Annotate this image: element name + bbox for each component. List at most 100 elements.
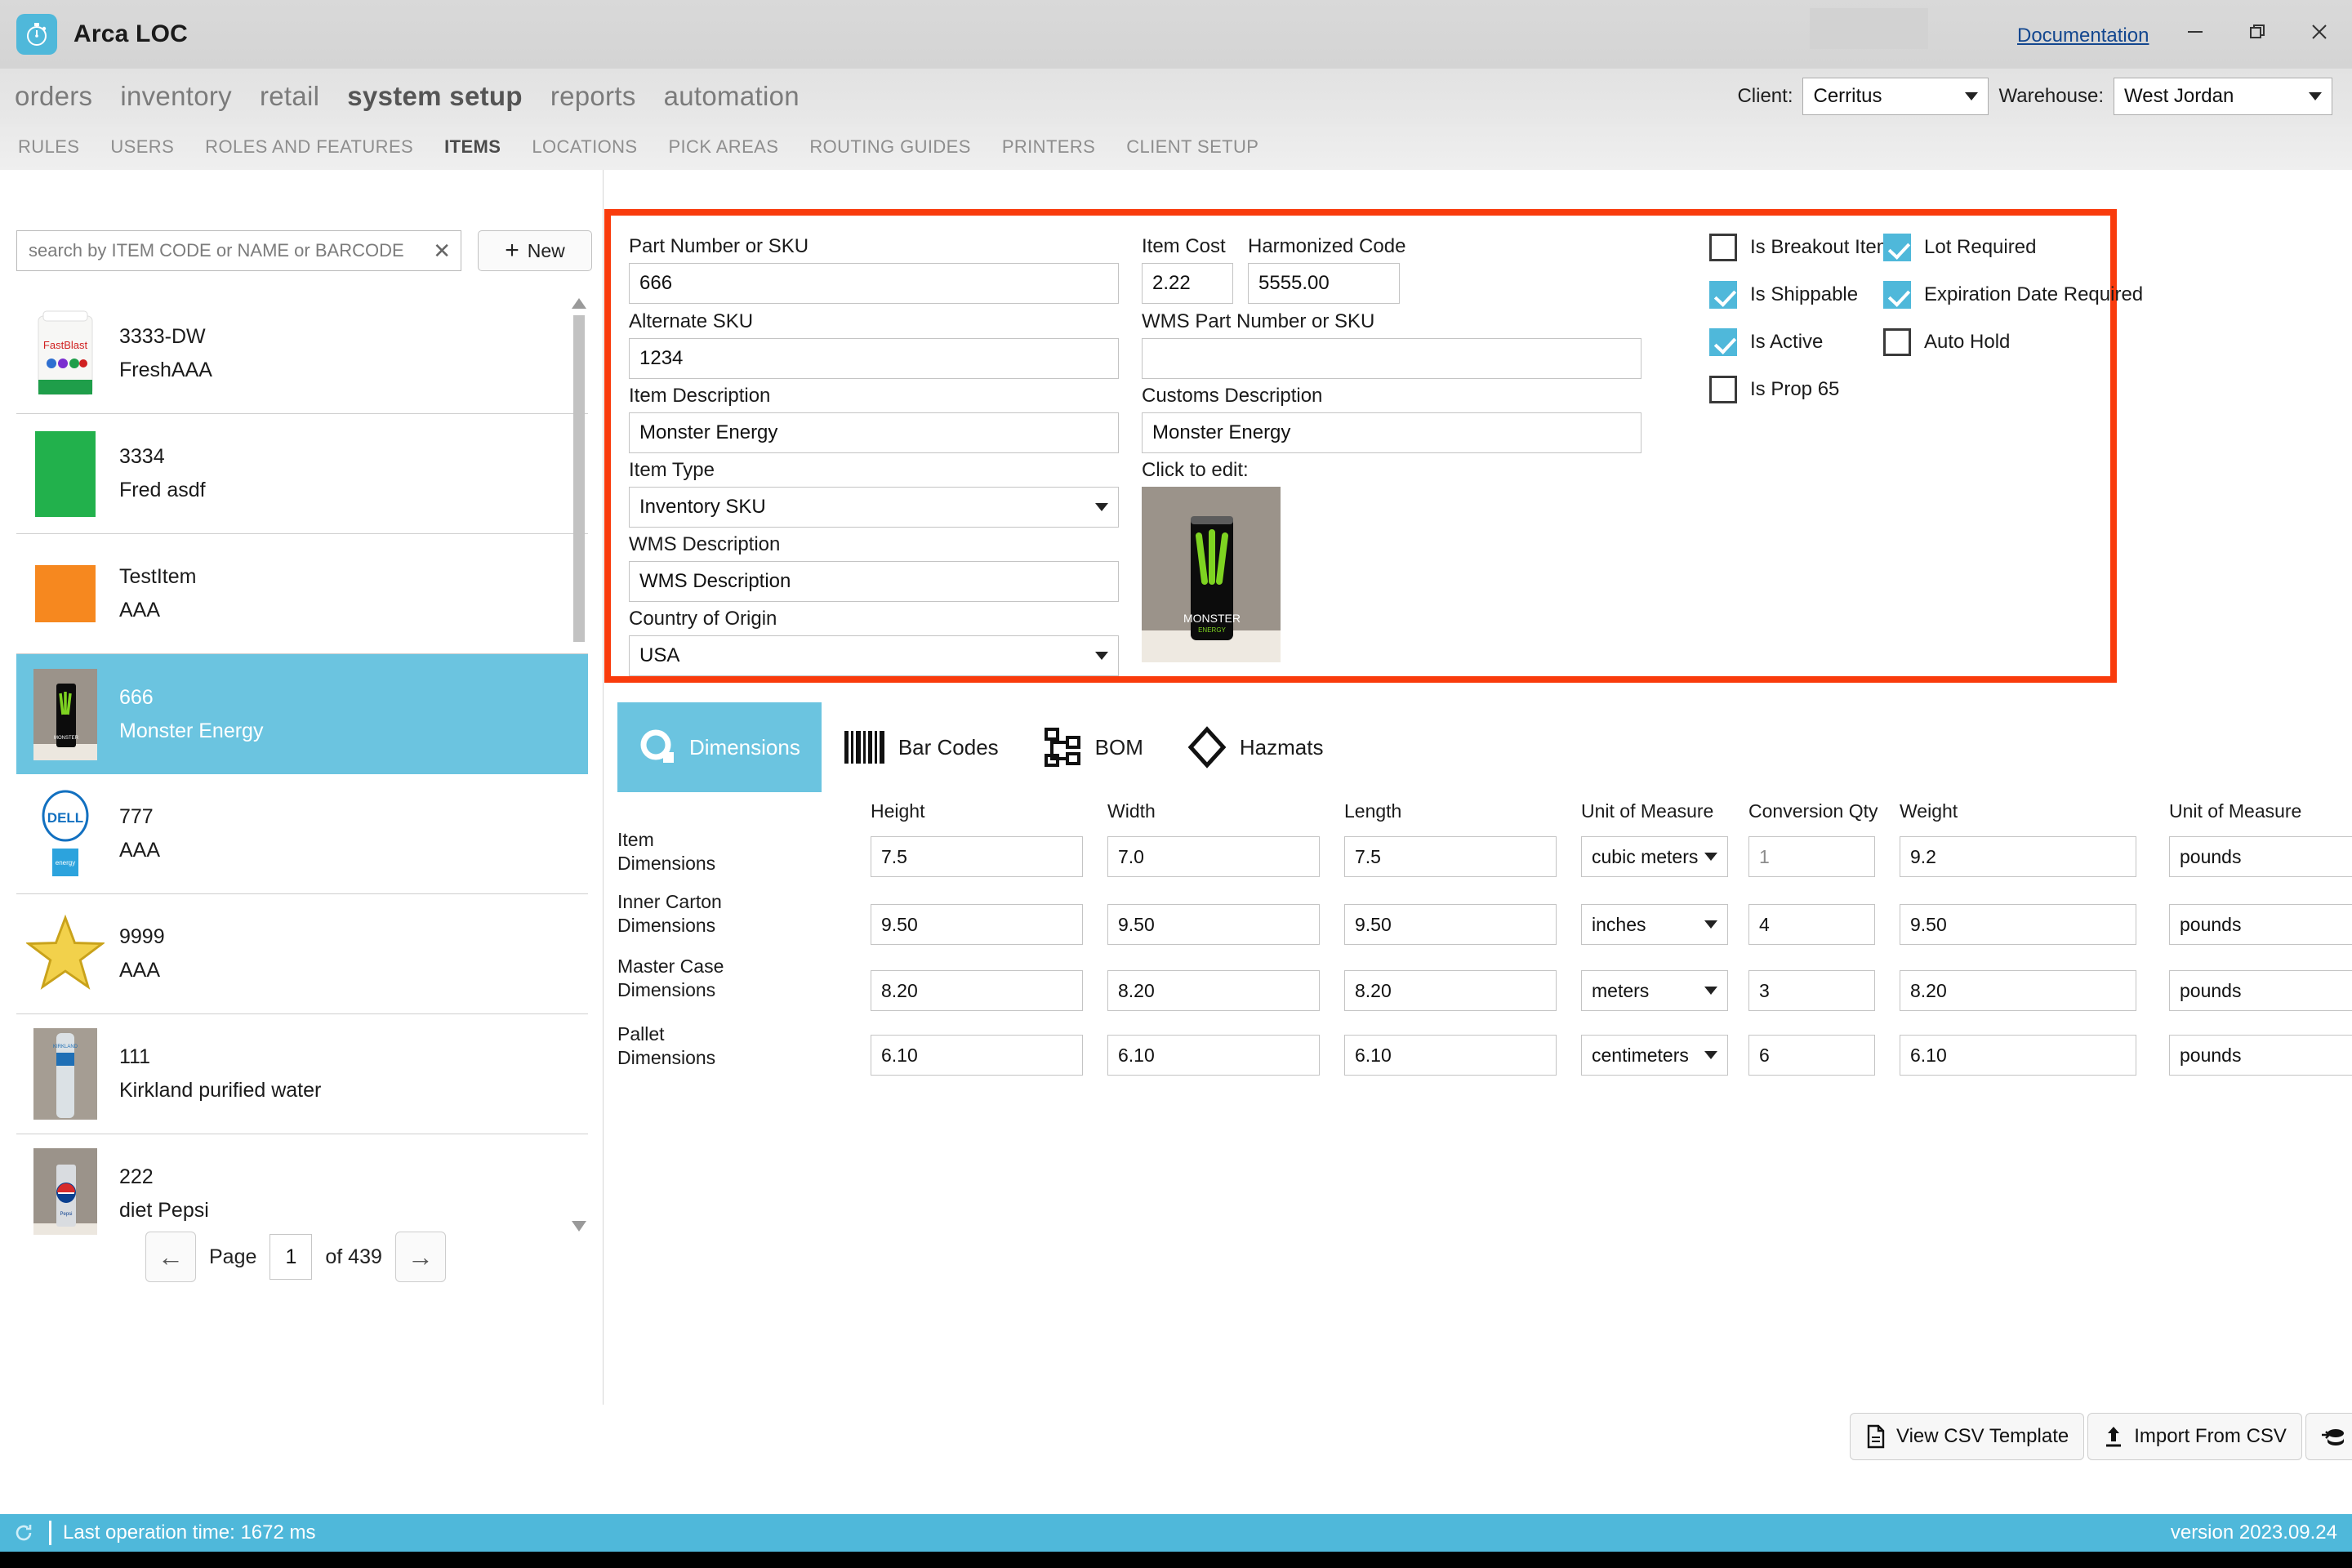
close-icon[interactable]: ✕: [433, 240, 451, 261]
checkbox-lot-required[interactable]: Lot Required: [1883, 234, 2036, 261]
list-item[interactable]: TestItem AAA: [16, 534, 588, 654]
inner-carton-conversion-qty-input[interactable]: 4: [1748, 904, 1875, 945]
item-description-input[interactable]: Monster Energy: [629, 412, 1119, 453]
tab-bar-codes[interactable]: Bar Codes: [822, 702, 1020, 792]
subnav-client-setup[interactable]: CLIENT SETUP: [1126, 136, 1258, 158]
pallet-weight-input[interactable]: 6.10: [1900, 1035, 2136, 1076]
view-csv-template-button[interactable]: View CSV Template: [1850, 1413, 2085, 1460]
list-item[interactable]: 9999 AAA: [16, 894, 588, 1014]
pallet-weight-uom-dropdown[interactable]: pounds: [2169, 1035, 2352, 1076]
subnav-roles-and-features[interactable]: ROLES AND FEATURES: [205, 136, 413, 158]
checkbox-box[interactable]: [1883, 281, 1911, 309]
item-weight-input[interactable]: 9.2: [1900, 836, 2136, 877]
master-case-weight-uom-dropdown[interactable]: pounds: [2169, 970, 2352, 1011]
list-item[interactable]: Pepsi 222 diet Pepsi: [16, 1134, 588, 1235]
checkbox-box[interactable]: [1709, 376, 1737, 403]
scrollbar-thumb[interactable]: [573, 315, 585, 642]
checkbox-is-breakout-item[interactable]: Is Breakout Item: [1709, 234, 1893, 261]
inner-carton-width-input[interactable]: 9.50: [1107, 904, 1320, 945]
close-icon[interactable]: [2298, 13, 2341, 51]
checkbox-is-shippable[interactable]: Is Shippable: [1709, 281, 1858, 309]
item-height-input[interactable]: 7.5: [871, 836, 1083, 877]
master-case-weight-input[interactable]: 8.20: [1900, 970, 2136, 1011]
harmonized-code-input[interactable]: 5555.00: [1248, 263, 1400, 304]
item-length-input[interactable]: 7.5: [1344, 836, 1557, 877]
checkbox-box[interactable]: [1883, 328, 1911, 356]
item-width-input[interactable]: 7.0: [1107, 836, 1320, 877]
documentation-link[interactable]: Documentation: [2017, 24, 2149, 47]
tab-hazmats[interactable]: Hazmats: [1165, 702, 1345, 792]
minimize-icon[interactable]: [2174, 13, 2216, 51]
save-changes-button[interactable]: Save Changes: [2305, 1413, 2352, 1460]
checkbox-expiration-date-required[interactable]: Expiration Date Required: [1883, 281, 2143, 309]
customs-description-input[interactable]: Monster Energy: [1142, 412, 1642, 453]
pallet-conversion-qty-input[interactable]: 6: [1748, 1035, 1875, 1076]
item-list-scrollbar[interactable]: [572, 294, 586, 1235]
master-case-conversion-qty-input[interactable]: 3: [1748, 970, 1875, 1011]
subnav-items[interactable]: ITEMS: [444, 136, 501, 158]
nav-orders[interactable]: orders: [15, 81, 92, 112]
master-case-width-input[interactable]: 8.20: [1107, 970, 1320, 1011]
nav-system-setup[interactable]: system setup: [347, 81, 523, 112]
refresh-icon[interactable]: [10, 1522, 38, 1544]
item-conversion-qty-input[interactable]: 1: [1748, 836, 1875, 877]
item-uom-dropdown[interactable]: cubic meters: [1581, 836, 1728, 877]
nav-inventory[interactable]: inventory: [120, 81, 232, 112]
item-type-dropdown[interactable]: Inventory SKU: [629, 487, 1119, 528]
restore-icon[interactable]: [2236, 13, 2278, 51]
warehouse-dropdown[interactable]: West Jordan: [2114, 78, 2332, 115]
add-new-item-button[interactable]: + New: [478, 230, 592, 271]
nav-retail[interactable]: retail: [260, 81, 319, 112]
inner-carton-weight-input[interactable]: 9.50: [1900, 904, 2136, 945]
nav-automation[interactable]: automation: [664, 81, 800, 112]
checkbox-is-prop-65[interactable]: Is Prop 65: [1709, 376, 1839, 403]
scroll-up-icon[interactable]: [572, 294, 586, 312]
inner-carton-length-input[interactable]: 9.50: [1344, 904, 1557, 945]
import-from-csv-button[interactable]: Import From CSV: [2087, 1413, 2302, 1460]
scroll-down-icon[interactable]: [572, 1217, 586, 1235]
checkbox-box[interactable]: [1883, 234, 1911, 261]
arrow-left-icon[interactable]: ←: [145, 1232, 196, 1282]
inner-carton-height-input[interactable]: 9.50: [871, 904, 1083, 945]
item-list[interactable]: FastBlast 3333-DW FreshAAA 3334 Fred asd…: [16, 294, 588, 1235]
page-number-input[interactable]: 1: [270, 1234, 313, 1280]
inner-carton-weight-uom-dropdown[interactable]: pounds: [2169, 904, 2352, 945]
inner-carton-uom-dropdown[interactable]: inches: [1581, 904, 1728, 945]
list-item[interactable]: KIRKLAND 111 Kirkland purified water: [16, 1014, 588, 1134]
tab-bom[interactable]: BOM: [1020, 702, 1165, 792]
tab-dimensions[interactable]: Dimensions: [617, 702, 822, 792]
checkbox-auto-hold[interactable]: Auto Hold: [1883, 328, 2010, 356]
wms-description-input[interactable]: WMS Description: [629, 561, 1119, 602]
subnav-pick-areas[interactable]: PICK AREAS: [668, 136, 778, 158]
checkbox-box[interactable]: [1709, 328, 1737, 356]
country-of-origin-dropdown[interactable]: USA: [629, 635, 1119, 676]
item-image-thumbnail[interactable]: MONSTER ENERGY: [1142, 487, 1281, 662]
item-cost-input[interactable]: 2.22: [1142, 263, 1233, 304]
nav-reports[interactable]: reports: [550, 81, 636, 112]
pallet-width-input[interactable]: 6.10: [1107, 1035, 1320, 1076]
master-case-height-input[interactable]: 8.20: [871, 970, 1083, 1011]
pallet-length-input[interactable]: 6.10: [1344, 1035, 1557, 1076]
arrow-right-icon[interactable]: →: [394, 1232, 446, 1282]
search-input[interactable]: search by ITEM CODE or NAME or BARCODE ✕: [16, 230, 461, 271]
part-number-input[interactable]: 666: [629, 263, 1119, 304]
pallet-uom-dropdown[interactable]: centimeters: [1581, 1035, 1728, 1076]
subnav-rules[interactable]: RULES: [18, 136, 79, 158]
list-item[interactable]: DELL energy 777 AAA: [16, 774, 588, 894]
list-item-selected[interactable]: MONSTER 666 Monster Energy: [16, 654, 588, 774]
master-case-uom-dropdown[interactable]: meters: [1581, 970, 1728, 1011]
wms-part-number-input[interactable]: [1142, 338, 1642, 379]
list-item[interactable]: FastBlast 3333-DW FreshAAA: [16, 294, 588, 414]
checkbox-box[interactable]: [1709, 281, 1737, 309]
alternate-sku-input[interactable]: 1234: [629, 338, 1119, 379]
master-case-length-input[interactable]: 8.20: [1344, 970, 1557, 1011]
checkbox-is-active[interactable]: Is Active: [1709, 328, 1823, 356]
list-item[interactable]: 3334 Fred asdf: [16, 414, 588, 534]
subnav-routing-guides[interactable]: ROUTING GUIDES: [809, 136, 971, 158]
item-weight-uom-dropdown[interactable]: pounds: [2169, 836, 2352, 877]
checkbox-box[interactable]: [1709, 234, 1737, 261]
subnav-locations[interactable]: LOCATIONS: [532, 136, 637, 158]
subnav-users[interactable]: USERS: [110, 136, 174, 158]
pallet-height-input[interactable]: 6.10: [871, 1035, 1083, 1076]
client-dropdown[interactable]: Cerritus: [1802, 78, 1989, 115]
